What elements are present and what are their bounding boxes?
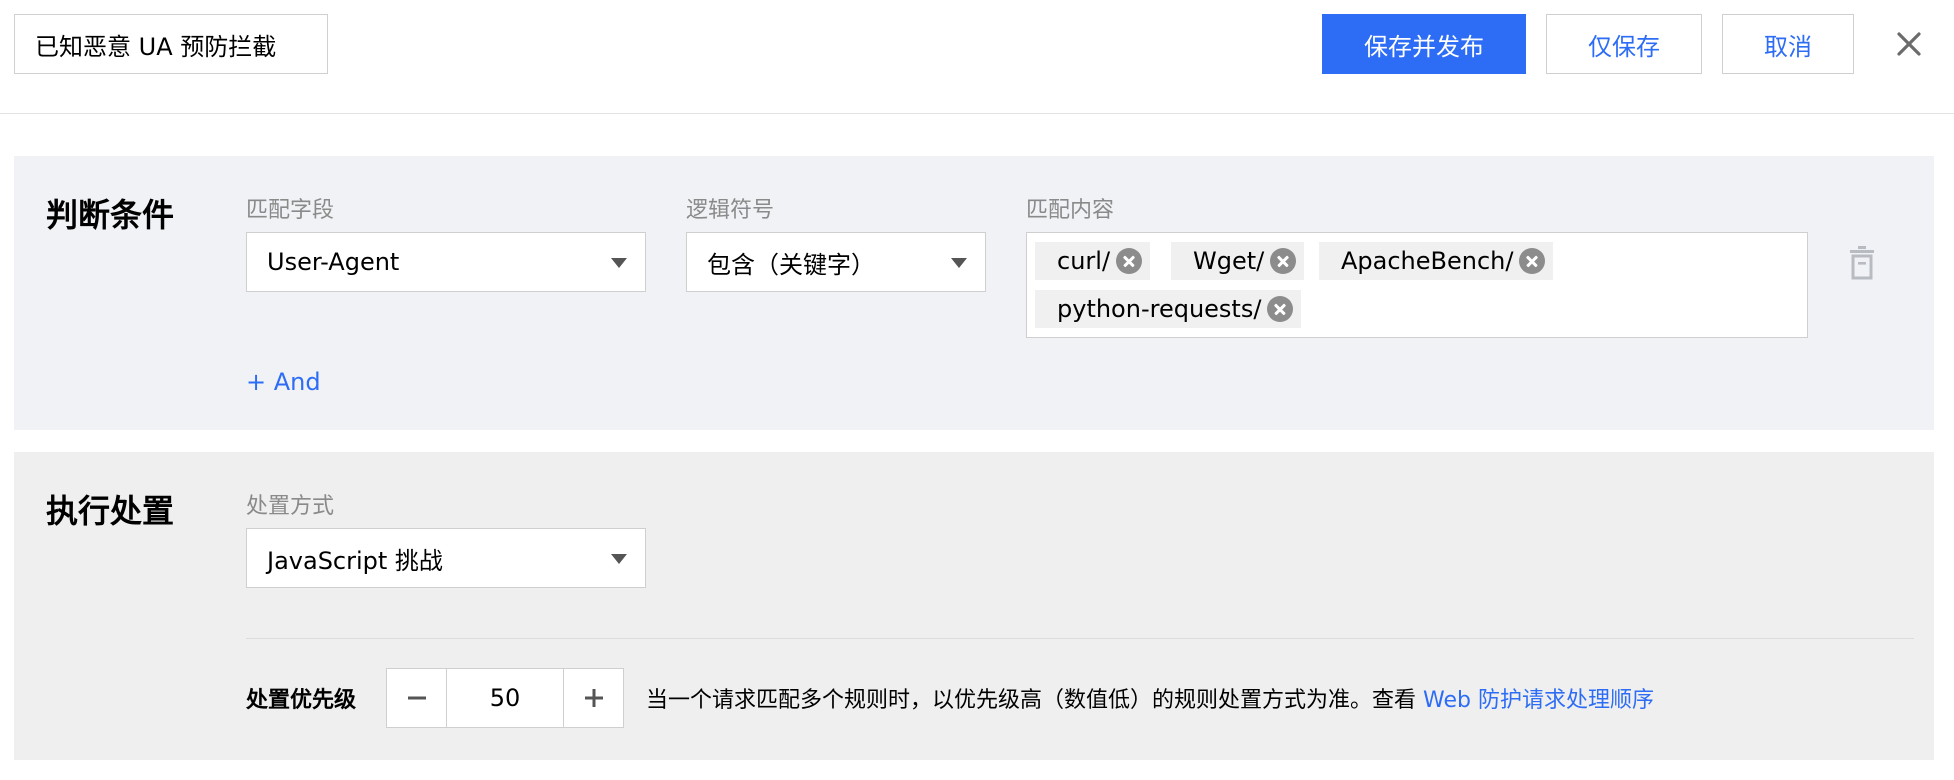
action-section-title: 执行处置 (46, 492, 175, 530)
action-method-label: 处置方式 (246, 494, 335, 519)
plus-icon (584, 689, 603, 707)
decrement-button[interactable] (387, 669, 447, 727)
close-icon[interactable] (1891, 26, 1927, 62)
priority-label: 处置优先级 (246, 688, 357, 713)
chevron-down-icon (611, 258, 627, 268)
match-field-value: User-Agent (267, 248, 400, 276)
match-content-label: 匹配内容 (1026, 198, 1115, 223)
increment-button[interactable] (563, 669, 623, 727)
cancel-button[interactable]: 取消 (1722, 14, 1854, 74)
priority-description-text: 当一个请求匹配多个规则时，以优先级高（数值低）的规则处置方式为准。查看 (646, 688, 1423, 713)
tag-chip: Wget/ (1171, 242, 1305, 280)
save-and-publish-button[interactable]: 保存并发布 (1322, 14, 1526, 74)
top-bar: 已知恶意 UA 预防拦截 保存并发布 仅保存 取消 (0, 0, 1954, 114)
match-content-tags-input[interactable]: curl/ Wget/ ApacheBench/ python-requests… (1026, 232, 1808, 338)
logic-operator-value: 包含（关键字） (707, 250, 875, 279)
add-and-condition-button[interactable]: + And (246, 368, 321, 396)
trash-icon[interactable] (1846, 244, 1878, 282)
match-field-label: 匹配字段 (246, 198, 335, 223)
logic-operator-select[interactable]: 包含（关键字） (686, 232, 986, 292)
rule-name-input[interactable]: 已知恶意 UA 预防拦截 (14, 14, 328, 74)
divider (246, 638, 1914, 639)
match-field-select[interactable]: User-Agent (246, 232, 646, 292)
condition-section-title: 判断条件 (46, 196, 175, 234)
chevron-down-icon (611, 554, 627, 564)
tag-remove-icon[interactable] (1267, 296, 1294, 322)
action-method-select[interactable]: JavaScript 挑战 (246, 528, 646, 588)
tag-label: ApacheBench/ (1341, 247, 1514, 275)
logic-operator-label: 逻辑符号 (686, 198, 775, 223)
tag-chip: curl/ (1035, 242, 1151, 280)
save-only-button[interactable]: 仅保存 (1546, 14, 1702, 74)
tag-remove-icon[interactable] (1270, 248, 1297, 274)
tag-label: python-requests/ (1057, 295, 1262, 323)
priority-stepper[interactable]: 50 (386, 668, 624, 728)
processing-order-link[interactable]: Web 防护请求处理顺序 (1423, 688, 1654, 713)
priority-value[interactable]: 50 (447, 669, 563, 727)
tag-label: curl/ (1057, 247, 1111, 275)
action-method-value: JavaScript 挑战 (267, 546, 443, 575)
chevron-down-icon (951, 258, 967, 268)
tag-chip: python-requests/ (1035, 290, 1302, 328)
condition-section: 判断条件 匹配字段 User-Agent 逻辑符号 包含（关键字） 匹配内容 c… (14, 156, 1934, 430)
tag-remove-icon[interactable] (1116, 248, 1143, 274)
tag-chip: ApacheBench/ (1319, 242, 1554, 280)
action-section: 执行处置 处置方式 JavaScript 挑战 处置优先级 50 当一个请求匹配… (14, 452, 1934, 760)
minus-icon (407, 696, 426, 700)
priority-description: 当一个请求匹配多个规则时，以优先级高（数值低）的规则处置方式为准。查看 Web … (646, 682, 1654, 714)
tag-label: Wget/ (1193, 247, 1265, 275)
tag-remove-icon[interactable] (1519, 248, 1546, 274)
